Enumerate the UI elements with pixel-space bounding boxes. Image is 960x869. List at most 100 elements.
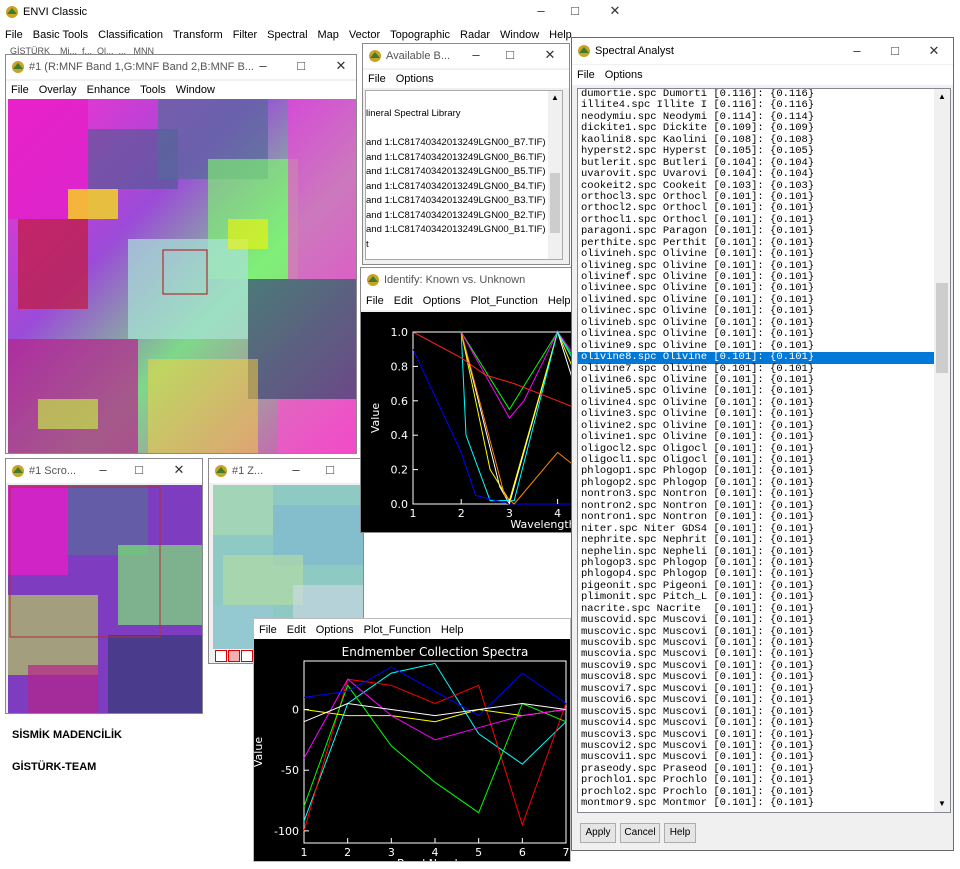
- identify-menu-help[interactable]: Help: [548, 295, 571, 307]
- endmember-menu-edit[interactable]: Edit: [287, 624, 306, 636]
- display-minimize-button[interactable]: –: [246, 55, 280, 79]
- spectral-close-button[interactable]: ✕: [917, 40, 951, 64]
- scroll-maximize-button[interactable]: □: [122, 459, 156, 483]
- main-maximize-button[interactable]: □: [558, 0, 592, 24]
- zoom-minimize-button[interactable]: –: [279, 459, 313, 483]
- main-close-button[interactable]: ✕: [598, 0, 632, 24]
- display-menu-tools[interactable]: Tools: [140, 84, 166, 96]
- scroll-minimize-button[interactable]: –: [86, 459, 120, 483]
- available-band-item[interactable]: and 1:LC81740342013249LGN00_B3.TIF): [366, 194, 546, 209]
- scroll-image-canvas[interactable]: [8, 485, 202, 713]
- identify-menu-plot-function[interactable]: Plot_Function: [471, 295, 538, 307]
- available-band-item[interactable]: and 1:LC81740342013249LGN00_B4.TIF): [366, 180, 546, 195]
- spectral-scroll-thumb[interactable]: [936, 283, 948, 373]
- zoom-maximize-button[interactable]: □: [313, 459, 347, 483]
- display-menu-bar: File Overlay Enhance Tools Window: [6, 81, 356, 99]
- display-close-button[interactable]: ✕: [324, 55, 356, 79]
- spectral-match-row[interactable]: olivine8.spc Olivine [0.101]: {0.101}: [578, 351, 934, 364]
- menu-basic-tools[interactable]: Basic Tools: [33, 29, 88, 41]
- identify-menu-options[interactable]: Options: [423, 295, 461, 307]
- spectral-match-row[interactable]: plimonit.spc Pitch_L [0.101]: {0.101}: [578, 591, 934, 603]
- spectral-match-row[interactable]: prochlo1.spc Prochlo [0.101]: {0.101}: [578, 774, 934, 786]
- available-band-item[interactable]: t: [366, 238, 546, 253]
- available-band-item[interactable]: [366, 122, 546, 137]
- spectral-maximize-button[interactable]: □: [878, 40, 912, 64]
- spectral-match-row[interactable]: uvarovit.spc Uvarovi [0.104]: {0.104}: [578, 168, 934, 180]
- zoom-crosshair-icon[interactable]: [241, 650, 253, 662]
- spectral-minimize-button[interactable]: –: [840, 40, 874, 64]
- endmember-menu-plot-function[interactable]: Plot_Function: [364, 624, 431, 636]
- identify-menu-file[interactable]: File: [366, 295, 384, 307]
- main-minimize-button[interactable]: –: [524, 0, 558, 24]
- identify-plot-canvas[interactable]: 0.00.20.40.60.81.01 2 3 4WavelengthValue: [361, 312, 574, 533]
- available-band-list[interactable]: lineral Spectral Library and 1:LC81740342…: [365, 90, 563, 260]
- spectral-menu-options[interactable]: Options: [605, 69, 643, 81]
- menu-map[interactable]: Map: [318, 29, 339, 41]
- available-band-item[interactable]: lineral Spectral Library: [366, 107, 546, 122]
- available-scroll-thumb[interactable]: [550, 173, 560, 233]
- display-menu-file[interactable]: File: [11, 84, 29, 96]
- spectral-title: Spectral Analyst: [595, 45, 674, 57]
- available-band-item[interactable]: and 1:LC81740342013249LGN00_B7.TIF): [366, 136, 546, 151]
- spectral-match-row[interactable]: muscovi4.spc Muscovi [0.101]: {0.101}: [578, 717, 934, 729]
- available-band-item[interactable]: and 1:LC81740342013249LGN00_B5.TIF): [366, 165, 546, 180]
- endmember-menu-file[interactable]: File: [259, 624, 277, 636]
- available-scrollbar[interactable]: ▲: [548, 91, 562, 259]
- spectral-match-list[interactable]: dumortie.spc Dumorti [0.116]: {0.116} ill…: [577, 88, 951, 813]
- available-band-item[interactable]: and 1:LC81740342013249LGN00_B1.TIF): [366, 223, 546, 238]
- display-maximize-button[interactable]: □: [284, 55, 318, 79]
- scroll-up-arrow-icon[interactable]: ▲: [548, 91, 562, 105]
- menu-radar[interactable]: Radar: [460, 29, 490, 41]
- zoom-in-icon[interactable]: [228, 650, 240, 662]
- mnf-image-canvas[interactable]: [8, 99, 356, 453]
- menu-classification[interactable]: Classification: [98, 29, 163, 41]
- zoom-out-icon[interactable]: [215, 650, 227, 662]
- spectral-match-row[interactable]: muscovi6.spc Muscovi [0.101]: {0.101}: [578, 694, 934, 706]
- scroll-down-arrow-icon[interactable]: ▼: [934, 796, 950, 812]
- menu-file[interactable]: File: [5, 29, 23, 41]
- endmember-menu-help[interactable]: Help: [441, 624, 464, 636]
- endmember-menu-options[interactable]: Options: [316, 624, 354, 636]
- endmember-plot-canvas[interactable]: 0-50-1001 2 3 4 5 6 7Endmember Collection Spec…: [254, 639, 571, 862]
- spectral-match-row[interactable]: muscovid.spc Muscovi [0.101]: {0.101}: [578, 614, 934, 626]
- spectral-menu-file[interactable]: File: [577, 69, 595, 81]
- help-button[interactable]: Help: [664, 823, 696, 843]
- available-close-button[interactable]: ✕: [533, 44, 567, 68]
- spectral-match-row[interactable]: hyperst2.spc Hyperst [0.105]: {0.105}: [578, 145, 934, 157]
- spectral-scrollbar[interactable]: ▲ ▼: [934, 89, 950, 812]
- envi-globe-icon: [578, 45, 590, 57]
- available-menu-file[interactable]: File: [368, 73, 386, 85]
- display-menu-overlay[interactable]: Overlay: [39, 84, 77, 96]
- menu-vector[interactable]: Vector: [349, 29, 380, 41]
- menu-spectral[interactable]: Spectral: [267, 29, 307, 41]
- apply-button[interactable]: Apply: [580, 823, 616, 843]
- display-menu-enhance[interactable]: Enhance: [87, 84, 130, 96]
- identify-title: Identify: Known vs. Unknown: [384, 274, 526, 286]
- spectral-match-row[interactable]: olivine3.spc Olivine [0.101]: {0.101}: [578, 408, 934, 420]
- identify-title-bar[interactable]: Identify: Known vs. Unknown: [361, 268, 573, 292]
- available-minimize-button[interactable]: –: [459, 44, 493, 68]
- spectral-match-row[interactable]: paragoni.spc Paragon [0.101]: {0.101}: [578, 225, 934, 237]
- endmember-plot-window: File Edit Options Plot_Function Help 0 -5…: [253, 618, 571, 862]
- menu-topographic[interactable]: Topographic: [390, 29, 450, 41]
- spectral-match-row[interactable]: olivine1.spc Olivine [0.101]: {0.101}: [578, 431, 934, 443]
- identify-y-tick-label: 0.2: [391, 464, 409, 477]
- spectral-match-row[interactable]: nephrite.spc Nephrit [0.101]: {0.101}: [578, 534, 934, 546]
- available-maximize-button[interactable]: □: [493, 44, 527, 68]
- spectral-match-row[interactable]: nontron1.spc Nontron [0.101]: {0.101}: [578, 511, 934, 523]
- spectral-match-row[interactable]: montmor9.spc Montmor [0.101]: {0.101}: [578, 797, 934, 809]
- spectral-match-row[interactable]: olivineh.spc Olivine [0.101]: {0.101}: [578, 248, 934, 260]
- available-menu-options[interactable]: Options: [396, 73, 434, 85]
- available-band-item[interactable]: and 1:LC81740342013249LGN00_B2.TIF): [366, 209, 546, 224]
- spectral-match-row[interactable]: olivinea.spc Olivine [0.101]: {0.101}: [578, 328, 934, 340]
- menu-help[interactable]: Help: [549, 29, 572, 41]
- scroll-close-button[interactable]: ✕: [162, 459, 196, 483]
- cancel-button[interactable]: Cancel: [620, 823, 660, 843]
- available-band-item[interactable]: and 1:LC81740342013249LGN00_B6.TIF): [366, 151, 546, 166]
- menu-transform[interactable]: Transform: [173, 29, 223, 41]
- display-menu-window[interactable]: Window: [176, 84, 215, 96]
- menu-window[interactable]: Window: [500, 29, 539, 41]
- menu-filter[interactable]: Filter: [233, 29, 257, 41]
- scroll-up-arrow-icon[interactable]: ▲: [934, 89, 950, 105]
- identify-menu-edit[interactable]: Edit: [394, 295, 413, 307]
